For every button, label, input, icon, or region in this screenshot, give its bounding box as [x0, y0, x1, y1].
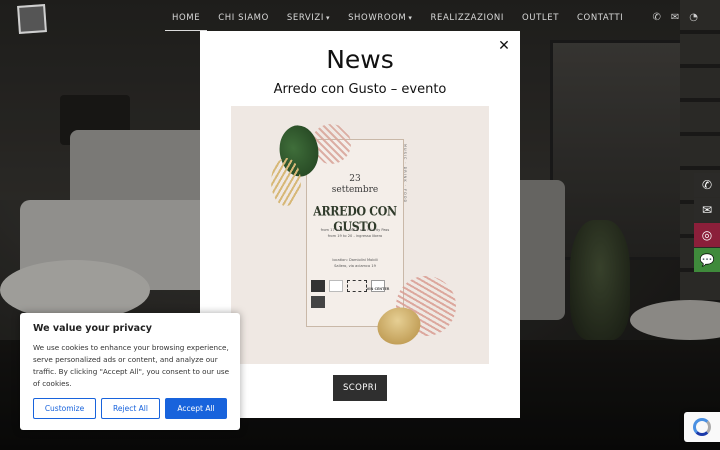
poster-sponsor-logos: [311, 280, 391, 308]
nav-item-chi-siamo[interactable]: CHI SIAMO: [209, 13, 278, 29]
accept-all-button[interactable]: Accept All: [165, 398, 227, 419]
cookie-title: We value your privacy: [33, 323, 152, 334]
event-poster-image: 23 settembre ARREDO CON GUSTO from 17 to…: [231, 106, 489, 364]
sponsor-logo: [329, 280, 343, 292]
nav-item-showroom[interactable]: SHOWROOM ▾: [339, 13, 421, 29]
main-nav: HOME CHI SIAMO SERVIZI ▾ SHOWROOM ▾ REALIZ…: [163, 13, 632, 31]
floating-contact-bar: ✆ ✉ ◎ 💬: [694, 173, 720, 273]
nav-item-contatti[interactable]: CONTATTI: [568, 13, 632, 29]
poster-location-line-1: location: Damiolini Mobili: [332, 258, 378, 262]
sponsor-logo: [311, 296, 325, 308]
reject-all-button[interactable]: Reject All: [101, 398, 160, 419]
sponsor-logo: [311, 280, 325, 292]
nav-item-outlet[interactable]: OUTLET: [513, 13, 568, 29]
modal-subtitle: Arredo con Gusto – evento: [273, 82, 447, 97]
whatsapp-icon[interactable]: ◔: [689, 12, 698, 24]
chat-icon[interactable]: 💬: [694, 248, 720, 272]
poster-hours-line-2: from 19 to 20 - ingresso libero: [327, 234, 383, 238]
chevron-down-icon: ▾: [408, 14, 413, 22]
mail-icon[interactable]: ✉: [671, 12, 679, 24]
recaptcha-badge[interactable]: [684, 412, 720, 442]
chevron-down-icon: ▾: [325, 14, 331, 22]
nav-item-home[interactable]: HOME: [163, 13, 209, 31]
cookie-consent-banner: We value your privacy We use cookies to …: [20, 313, 240, 430]
nav-item-servizi[interactable]: SERVIZI ▾: [278, 13, 339, 29]
poster-location-line-2: Sallero, via aciamco 19: [334, 264, 376, 268]
cookie-description: We use cookies to enhance your browsing …: [33, 343, 230, 388]
site-logo[interactable]: [17, 4, 47, 34]
header-contact-icons: ✆ ✉ ◔: [652, 12, 698, 24]
recaptcha-icon: [693, 418, 711, 436]
phone-icon[interactable]: ✆: [694, 173, 720, 197]
poster-hours-line-1: from 17 to 19 - SOLD con Priority Pass: [320, 228, 390, 232]
poster-sponsor-name: VIN CENTER: [366, 287, 390, 291]
gold-leaf-decoration: [271, 158, 301, 206]
modal-title: News: [326, 45, 394, 74]
news-modal: ✕ News Arredo con Gusto – evento 23 sett…: [200, 31, 520, 418]
customize-button[interactable]: Customize: [33, 398, 96, 419]
nav-item-realizzazioni[interactable]: REALIZZAZIONI: [422, 13, 513, 29]
mail-icon[interactable]: ✉: [694, 198, 720, 222]
instagram-icon[interactable]: ◎: [694, 223, 720, 247]
poster-date: 23 settembre: [331, 174, 379, 195]
poster-vertical-text: MUSIC · DRINK · FOOD: [403, 144, 407, 204]
discover-button[interactable]: SCOPRI: [333, 375, 387, 401]
phone-icon[interactable]: ✆: [652, 12, 660, 24]
